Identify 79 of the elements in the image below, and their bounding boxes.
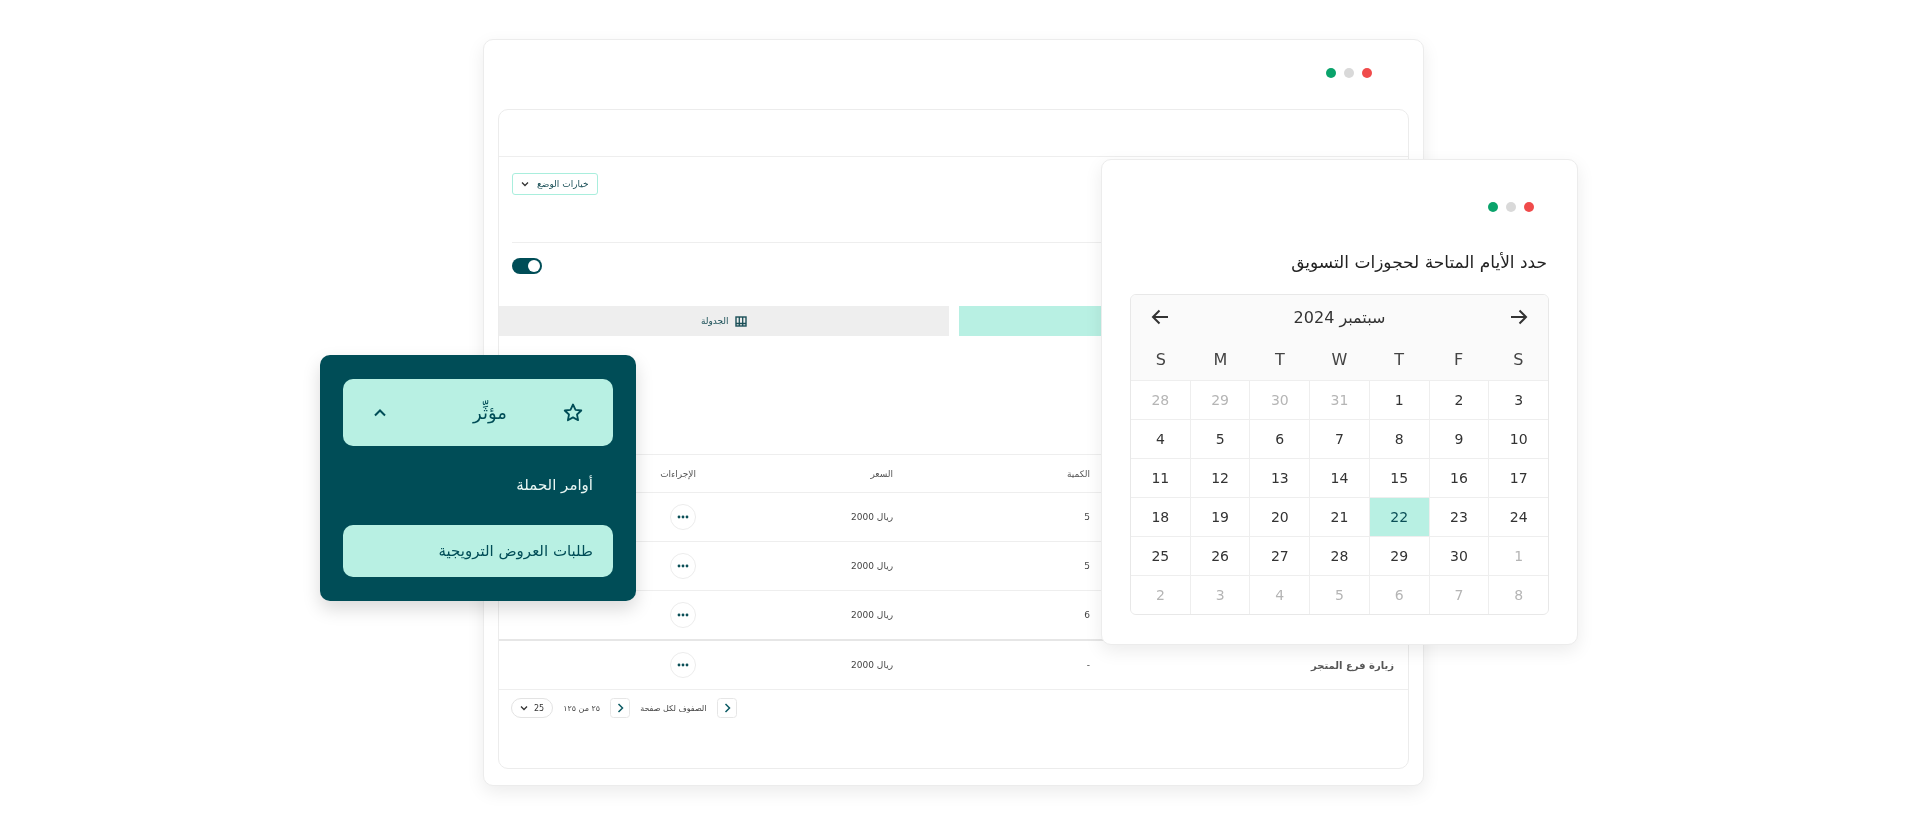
next-page-button[interactable]	[610, 698, 631, 718]
table-cell-text: زيارة فرع المتجر	[1309, 659, 1395, 671]
weekday-label: T	[1393, 349, 1405, 369]
calendar-day[interactable]: 22	[1369, 498, 1429, 536]
more-actions-button[interactable]	[670, 504, 696, 530]
rows-per-page-label: الصفوف لكل صفحة	[640, 703, 707, 713]
calendar-day[interactable]: 15	[1369, 459, 1429, 497]
table-cell-text: 5	[1083, 561, 1091, 571]
calendar-day[interactable]: 17	[1489, 459, 1548, 497]
chevron-down-icon	[520, 705, 528, 711]
page-range: ٢٥ من ١٢٥	[563, 703, 601, 713]
more-actions-button[interactable]	[670, 652, 696, 678]
calendar-day[interactable]: 7	[1310, 420, 1369, 458]
calendar-day[interactable]: 30	[1429, 537, 1489, 575]
dialog-title: حدد الأيام المتاحة لحجوزات التسويق	[1290, 252, 1548, 272]
table-cell-text: ريال 2000	[850, 512, 894, 522]
toggle-switch[interactable]	[512, 258, 542, 274]
chevron-up-icon	[373, 407, 387, 417]
calendar-day[interactable]: 23	[1429, 498, 1489, 536]
window-control-dot[interactable]	[1344, 68, 1354, 78]
weekday-label: W	[1330, 349, 1349, 369]
calendar-day[interactable]: 20	[1250, 498, 1310, 536]
weekday-label: S	[1154, 349, 1167, 369]
column-header: السعر	[869, 468, 894, 479]
table-cell-text: -	[1085, 660, 1091, 670]
calendar-day[interactable]: 25	[1131, 537, 1190, 575]
calendar-day[interactable]: 28	[1310, 537, 1369, 575]
calendar-day[interactable]: 18	[1131, 498, 1190, 536]
table-cell-text: ريال 2000	[850, 561, 894, 571]
window-control-dot[interactable]	[1362, 68, 1372, 78]
window-control-dot[interactable]	[1326, 68, 1336, 78]
arrow-right-icon[interactable]	[1510, 309, 1528, 325]
mode-dropdown[interactable]: خيارات الوضع	[512, 173, 598, 195]
table-cell-text: 6	[1083, 610, 1091, 620]
menu-item[interactable]: أوامر الحملة	[343, 459, 613, 512]
calendar-day[interactable]: 24	[1489, 498, 1548, 536]
more-actions-button[interactable]	[670, 553, 696, 579]
calendar-day[interactable]: 10	[1489, 420, 1548, 458]
tab[interactable]: الجدولة	[499, 306, 949, 336]
calendar-day[interactable]: 6	[1250, 420, 1310, 458]
calendar-day[interactable]: 11	[1131, 459, 1190, 497]
next-page-button[interactable]	[716, 698, 737, 718]
more-actions-button[interactable]	[670, 602, 696, 628]
column-header: الكمية	[1066, 468, 1091, 479]
weekday-label: S	[1512, 349, 1525, 369]
calendar-day[interactable]: 26	[1190, 537, 1250, 575]
column-header: الإجراءات	[659, 468, 697, 479]
calendar-day[interactable]: 5	[1190, 420, 1250, 458]
calendar-day[interactable]: 19	[1190, 498, 1250, 536]
weekday-label: M	[1212, 349, 1229, 369]
star-icon	[563, 402, 583, 422]
month-label: سبتمبر 2024	[1293, 307, 1386, 327]
calendar-day[interactable]: 16	[1429, 459, 1489, 497]
calendar-day[interactable]: 1	[1369, 381, 1429, 419]
window-control-dot[interactable]	[1488, 202, 1498, 212]
window-control-dot[interactable]	[1506, 202, 1516, 212]
page-size-dropdown[interactable]: 25	[511, 698, 554, 718]
calendar-day[interactable]: 27	[1250, 537, 1310, 575]
calendar-day[interactable]: 3	[1489, 381, 1548, 419]
weekday-label: F	[1453, 349, 1465, 369]
chevron-down-icon	[521, 181, 529, 187]
weekday-label: T	[1274, 349, 1286, 369]
calendar-day[interactable]: 13	[1250, 459, 1310, 497]
arrow-left-icon[interactable]	[1151, 309, 1169, 325]
table-cell-text: ريال 2000	[850, 610, 894, 620]
calendar-day[interactable]: 12	[1190, 459, 1250, 497]
menu-group-header[interactable]: مؤثِّر	[343, 379, 613, 446]
calendar-day[interactable]: 14	[1310, 459, 1369, 497]
menu-item[interactable]: طلبات العروض الترويجية	[343, 525, 613, 577]
table-cell-text: ريال 2000	[850, 660, 894, 670]
calendar-day[interactable]: 2	[1429, 381, 1489, 419]
table-icon	[734, 315, 747, 327]
calendar-day[interactable]: 4	[1131, 420, 1190, 458]
calendar-day[interactable]: 9	[1429, 420, 1489, 458]
table-cell-text: 5	[1083, 512, 1091, 522]
window-control-dot[interactable]	[1524, 202, 1534, 212]
calendar-day[interactable]: 29	[1369, 537, 1429, 575]
calendar-day[interactable]: 21	[1310, 498, 1369, 536]
calendar-day[interactable]: 8	[1369, 420, 1429, 458]
